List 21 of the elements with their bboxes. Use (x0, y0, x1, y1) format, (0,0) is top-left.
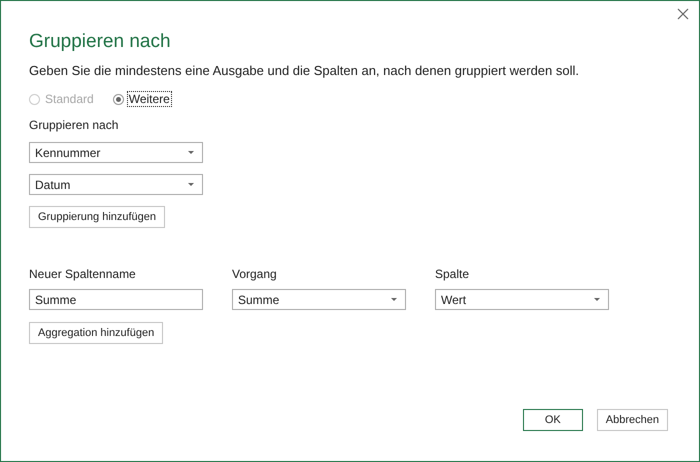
column-label: Neuer Spaltenname (29, 267, 136, 281)
column-label: Vorgang (232, 267, 277, 281)
dialog-title: Gruppieren nach (29, 30, 172, 54)
mode-radio[interactable]: Weitere (112, 92, 171, 106)
cancel-button[interactable]: Abbrechen (596, 409, 668, 431)
caret-icon (188, 151, 194, 154)
close-icon[interactable] (677, 8, 689, 20)
ok-button[interactable]: OK (522, 409, 583, 431)
aggregation-dropdown[interactable]: Wert (435, 289, 609, 310)
add-grouping-button[interactable]: Gruppierung hinzufügen (29, 206, 166, 228)
dialog-description: Geben Sie die mindestens eine Ausgabe und die Spalten an, nach denen gruppiert werden soll. (29, 63, 580, 78)
caret-icon (594, 298, 600, 301)
caret-icon (391, 298, 397, 301)
column-name-field[interactable]: Summe (29, 289, 203, 310)
group-by-dropdown[interactable]: Kennummer (29, 142, 203, 163)
column-label: Spalte (435, 267, 470, 281)
group-by-dropdown[interactable]: Datum (29, 174, 203, 195)
aggregation-dropdown[interactable]: Summe (232, 289, 406, 310)
group-by-label: Gruppieren nach (29, 118, 118, 132)
caret-icon (188, 183, 194, 186)
add-aggregation-button[interactable]: Aggregation hinzufügen (29, 322, 164, 344)
